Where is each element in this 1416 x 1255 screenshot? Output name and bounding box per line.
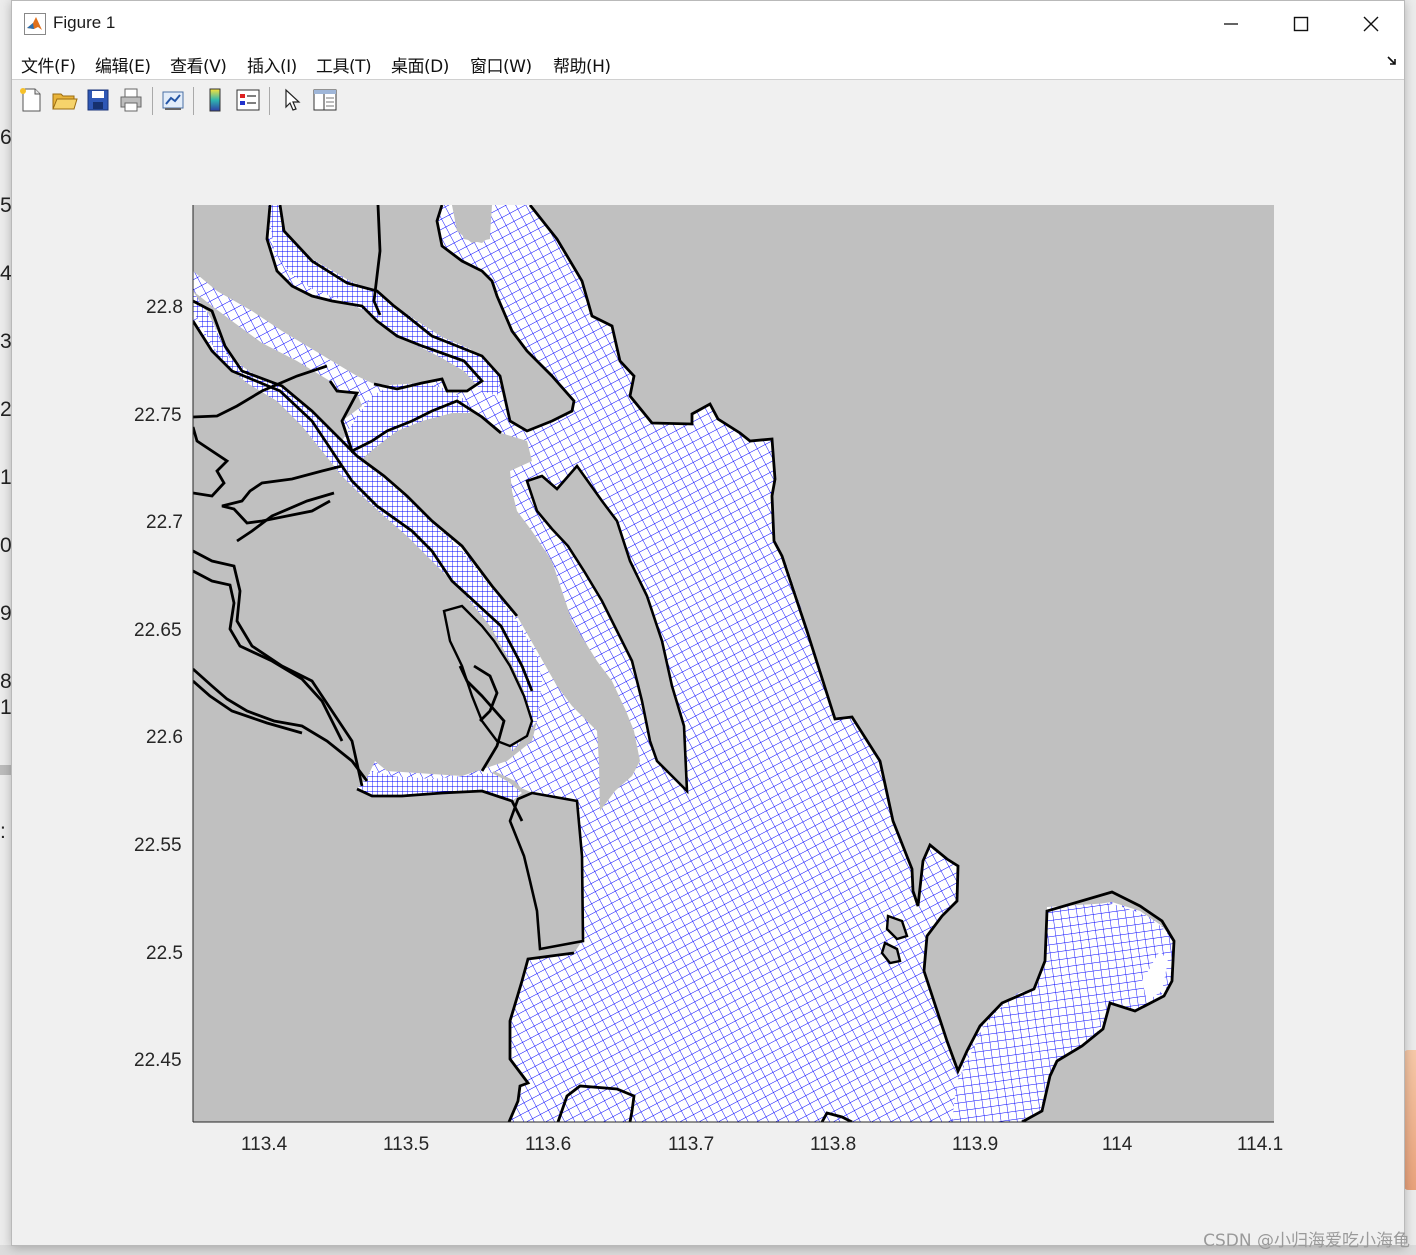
bg-digit: 9 (0, 602, 12, 625)
x-tick-label: 113.8 (810, 1134, 857, 1155)
y-tick-label: 22.75 (134, 405, 182, 426)
x-tick-label: 113.7 (668, 1134, 715, 1155)
bg-digit: 0 (0, 534, 12, 557)
toolbar-separator (152, 87, 153, 115)
bg-digit: : (0, 820, 6, 843)
menu-edit[interactable]: 编辑(E) (95, 52, 151, 77)
bg-digit: 1 (0, 696, 12, 719)
watermark: CSDN @小归海爱吃小海龟 (1203, 1231, 1410, 1251)
y-tick-label: 22.7 (146, 512, 183, 533)
x-tick-label: 114.1 (1237, 1134, 1284, 1155)
edit-plot-arrow-icon[interactable] (278, 86, 306, 114)
y-tick-label: 22.8 (146, 297, 183, 318)
toolbar (12, 81, 1404, 121)
bg-digit: 4 (0, 262, 12, 285)
close-button[interactable] (1336, 1, 1406, 47)
open-folder-icon[interactable] (50, 86, 78, 114)
new-figure-icon[interactable] (17, 86, 45, 114)
x-tick-label: 113.4 (241, 1134, 288, 1155)
maximize-button[interactable] (1266, 1, 1336, 47)
bg-digit: 2 (0, 398, 12, 421)
x-tick-label: 113.9 (952, 1134, 999, 1155)
print-icon[interactable] (117, 86, 145, 114)
x-tick-label: 113.5 (383, 1134, 430, 1155)
matlab-logo-icon (24, 13, 46, 35)
menu-file[interactable]: 文件(F) (21, 52, 76, 77)
minimize-button[interactable] (1196, 1, 1266, 47)
close-icon (1363, 16, 1379, 32)
x-tick-label: 114 (1102, 1134, 1133, 1155)
maximize-icon (1293, 16, 1309, 32)
y-tick-label: 22.5 (146, 943, 183, 964)
window-title: Figure 1 (53, 13, 116, 32)
menu-insert[interactable]: 插入(I) (247, 52, 297, 77)
menu-tools[interactable]: 工具(T) (316, 52, 372, 77)
menu-help[interactable]: 帮助(H) (553, 52, 611, 77)
background-thumbnail (1404, 1050, 1416, 1190)
minimize-icon (1224, 23, 1238, 25)
title-bar[interactable]: Figure 1 (12, 1, 1404, 47)
axes[interactable] (12, 121, 1404, 1245)
colorbar-icon[interactable] (201, 86, 229, 114)
save-icon[interactable] (84, 86, 112, 114)
menu-desktop[interactable]: 桌面(D) (391, 52, 449, 77)
legend-icon[interactable] (234, 86, 262, 114)
toolbar-separator (269, 87, 270, 115)
bg-digit: 6 (0, 126, 12, 149)
property-editor-icon[interactable] (311, 86, 339, 114)
y-tick-label: 22.65 (134, 620, 182, 641)
menu-bar: 文件(F) 编辑(E) 查看(V) 插入(I) 工具(T) 桌面(D) 窗口(W… (12, 47, 1404, 80)
y-tick-label: 22.6 (146, 727, 183, 748)
figure-window: Figure 1 文件(F) 编辑(E) 查看(V) 插入(I) 工具(T) 桌… (11, 0, 1405, 1246)
link-plot-icon[interactable] (159, 86, 187, 114)
bg-digit: 8 (0, 670, 12, 693)
bg-digit: 5 (0, 194, 12, 217)
y-tick-label: 22.55 (134, 835, 182, 856)
dock-arrow-icon[interactable] (1386, 55, 1398, 67)
bg-digit: 3 (0, 330, 12, 353)
figure-canvas[interactable]: 22.8 22.75 22.7 22.65 22.6 22.55 22.5 22… (12, 121, 1404, 1245)
x-tick-label: 113.6 (525, 1134, 572, 1155)
bg-digit: 1 (0, 466, 12, 489)
menu-view[interactable]: 查看(V) (170, 52, 227, 77)
toolbar-separator (193, 87, 194, 115)
y-tick-label: 22.45 (134, 1050, 182, 1071)
menu-window[interactable]: 窗口(W) (470, 52, 532, 77)
